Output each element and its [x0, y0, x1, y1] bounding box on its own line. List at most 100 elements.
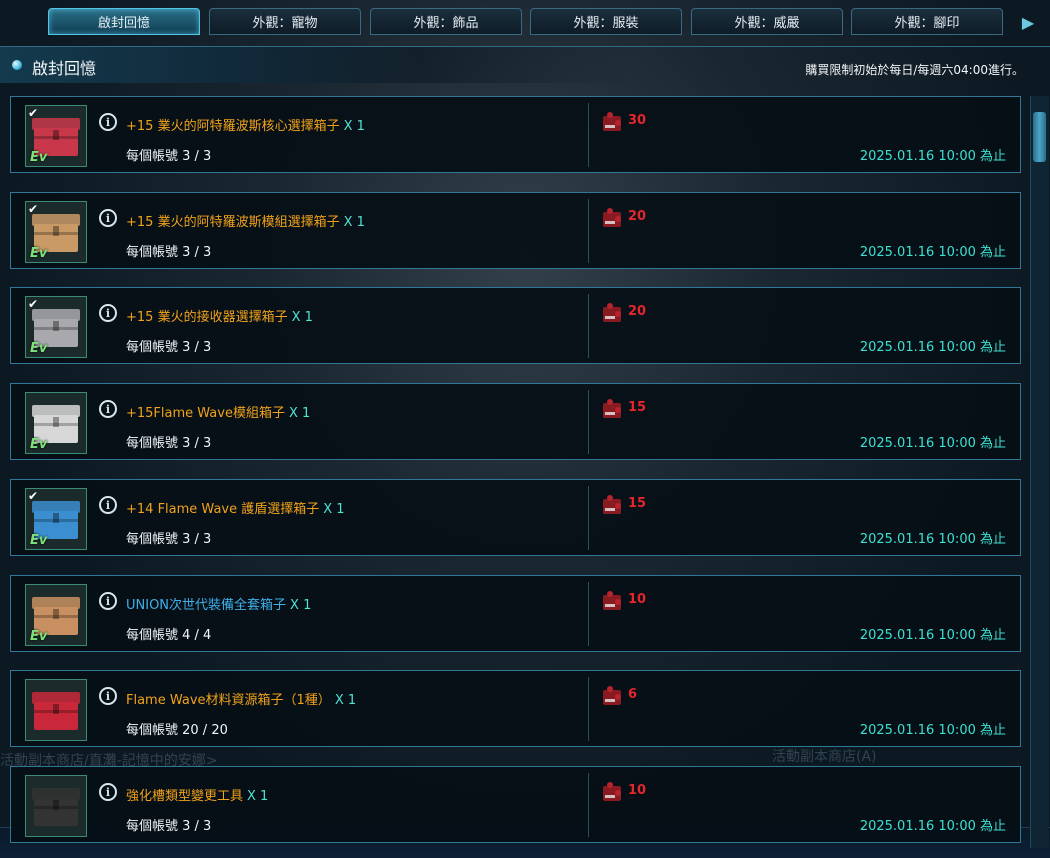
- event-badge: Ev: [30, 341, 48, 356]
- info-icon[interactable]: i: [99, 209, 117, 227]
- info-icon[interactable]: i: [99, 400, 117, 418]
- item-title[interactable]: UNION次世代裝備全套箱子 X 1: [126, 594, 311, 613]
- item-thumbnail[interactable]: [25, 775, 87, 837]
- divider: [588, 582, 589, 646]
- item-thumbnail[interactable]: Ev: [25, 584, 87, 646]
- currency-puzzle-icon: [603, 112, 621, 131]
- item-title[interactable]: Flame Wave材料資源箱子（1種） X 1: [126, 689, 356, 708]
- list-item[interactable]: i 強化槽類型變更工具 X 1 每個帳號 3 / 3 10 2025.01.16 …: [10, 766, 1021, 843]
- item-thumbnail[interactable]: ✔ Ev: [25, 201, 87, 263]
- list-item[interactable]: ✔ Ev i +15 業火的接收器選擇箱子 X 1 每個帳號 3 / 3 20 2…: [10, 287, 1021, 364]
- item-cost: 10: [628, 592, 647, 607]
- tab-pet[interactable]: 外觀：寵物: [209, 8, 361, 35]
- purchase-reset-note: 購買限制初始於每日/每週六04:00進行。: [805, 63, 1024, 77]
- tab-costume[interactable]: 外觀：服裝: [530, 8, 682, 35]
- sale-deadline: 2025.01.16 10:00 為止: [859, 723, 1006, 738]
- purchase-limit: 每個帳號 20 / 20: [126, 723, 228, 738]
- scrollbar-thumb[interactable]: [1033, 112, 1046, 162]
- event-badge: Ev: [30, 533, 48, 548]
- info-icon[interactable]: i: [99, 496, 117, 514]
- tab-accessory[interactable]: 外觀：飾品: [370, 8, 522, 35]
- checkmark-icon: ✔: [28, 106, 39, 120]
- item-quantity: X 1: [288, 406, 311, 421]
- item-cost: 15: [628, 496, 647, 511]
- tab-bar: 啟封回憶 外觀：寵物 外觀：飾品 外觀：服裝 外觀：威嚴 外觀：腳印 ▶: [0, 0, 1050, 40]
- info-icon[interactable]: i: [99, 783, 117, 801]
- item-cost: 10: [628, 783, 647, 798]
- item-thumbnail[interactable]: ✔ Ev: [25, 296, 87, 358]
- event-badge: Ev: [30, 246, 48, 261]
- item-cost: 15: [628, 400, 647, 415]
- list-item[interactable]: Ev i +15Flame Wave模組箱子 X 1 每個帳號 3 / 3 15 …: [10, 383, 1021, 460]
- divider: [588, 199, 589, 263]
- item-name: UNION次世代裝備全套箱子: [126, 598, 287, 613]
- checkmark-icon: ✔: [28, 297, 39, 311]
- item-name: 強化槽類型變更工具: [126, 789, 244, 804]
- item-thumbnail[interactable]: [25, 679, 87, 741]
- info-icon[interactable]: i: [99, 113, 117, 131]
- purchase-limit: 每個帳號 4 / 4: [126, 628, 212, 643]
- item-title[interactable]: +15 業火的阿特羅波斯模組選擇箱子 X 1: [126, 211, 365, 230]
- section-header: 啟封回憶 購買限制初始於每日/每週六04:00進行。: [0, 46, 1050, 83]
- currency-puzzle-icon: [603, 686, 621, 705]
- purchase-limit: 每個帳號 3 / 3: [126, 532, 212, 547]
- list-item[interactable]: ✔ Ev i +15 業火的阿特羅波斯核心選擇箱子 X 1 每個帳號 3 / 3 …: [10, 96, 1021, 173]
- event-badge: Ev: [30, 150, 48, 165]
- item-thumbnail[interactable]: ✔ Ev: [25, 488, 87, 550]
- currency-puzzle-icon: [603, 399, 621, 418]
- section-title: 啟封回憶: [32, 59, 97, 78]
- item-title[interactable]: +15 業火的阿特羅波斯核心選擇箱子 X 1: [126, 115, 365, 134]
- tab-majesty[interactable]: 外觀：威嚴: [691, 8, 843, 35]
- purchase-limit: 每個帳號 3 / 3: [126, 340, 212, 355]
- sale-deadline: 2025.01.16 10:00 為止: [859, 819, 1006, 834]
- event-badge: Ev: [30, 437, 48, 452]
- item-box-icon: [26, 776, 86, 836]
- divider: [588, 486, 589, 550]
- tab-next-arrow-icon[interactable]: ▶: [1018, 12, 1038, 32]
- item-thumbnail[interactable]: Ev: [25, 392, 87, 454]
- item-cost: 6: [628, 687, 638, 702]
- item-quantity: X 1: [323, 502, 345, 517]
- item-title[interactable]: +15Flame Wave模組箱子 X 1: [126, 402, 310, 421]
- scrollbar[interactable]: [1030, 96, 1049, 848]
- purchase-limit: 每個帳號 3 / 3: [126, 436, 212, 451]
- item-title[interactable]: +14 Flame Wave 護盾選擇箱子 X 1: [126, 498, 345, 517]
- item-quantity: X 1: [247, 789, 269, 804]
- event-badge: Ev: [30, 629, 48, 644]
- info-icon[interactable]: i: [99, 592, 117, 610]
- purchase-limit: 每個帳號 3 / 3: [126, 149, 212, 164]
- checkmark-icon: ✔: [28, 202, 39, 216]
- divider: [588, 390, 589, 454]
- item-cost: 30: [628, 113, 647, 128]
- item-title[interactable]: 強化槽類型變更工具 X 1: [126, 785, 268, 804]
- currency-puzzle-icon: [603, 782, 621, 801]
- divider: [588, 294, 589, 358]
- list-item[interactable]: ✔ Ev i +15 業火的阿特羅波斯模組選擇箱子 X 1 每個帳號 3 / 3 …: [10, 192, 1021, 269]
- item-quantity: X 1: [290, 598, 312, 613]
- item-title[interactable]: +15 業火的接收器選擇箱子 X 1: [126, 306, 313, 325]
- purchase-limit: 每個帳號 3 / 3: [126, 819, 212, 834]
- currency-puzzle-icon: [603, 208, 621, 227]
- purchase-limit: 每個帳號 3 / 3: [126, 245, 212, 260]
- info-icon[interactable]: i: [99, 687, 117, 705]
- item-quantity: X 1: [291, 310, 313, 325]
- divider: [588, 773, 589, 837]
- item-name: +15Flame Wave模組箱子: [126, 406, 285, 421]
- divider: [588, 677, 589, 741]
- tab-footprint[interactable]: 外觀：腳印: [851, 8, 1003, 35]
- list-item[interactable]: ✔ Ev i +14 Flame Wave 護盾選擇箱子 X 1 每個帳號 3 /…: [10, 479, 1021, 556]
- tab-sealed-memories[interactable]: 啟封回憶: [48, 8, 200, 35]
- currency-puzzle-icon: [603, 591, 621, 610]
- sale-deadline: 2025.01.16 10:00 為止: [859, 149, 1006, 164]
- list-item[interactable]: Ev i UNION次世代裝備全套箱子 X 1 每個帳號 4 / 4 10 202…: [10, 575, 1021, 652]
- currency-puzzle-icon: [603, 495, 621, 514]
- list-item[interactable]: i Flame Wave材料資源箱子（1種） X 1 每個帳號 20 / 20 6…: [10, 670, 1021, 747]
- item-name: +15 業火的阿特羅波斯核心選擇箱子: [126, 119, 340, 134]
- item-cost: 20: [628, 304, 647, 319]
- divider: [588, 103, 589, 167]
- item-quantity: X 1: [343, 215, 365, 230]
- item-name: Flame Wave材料資源箱子（1種）: [126, 693, 331, 708]
- info-icon[interactable]: i: [99, 304, 117, 322]
- checkmark-icon: ✔: [28, 489, 39, 503]
- item-thumbnail[interactable]: ✔ Ev: [25, 105, 87, 167]
